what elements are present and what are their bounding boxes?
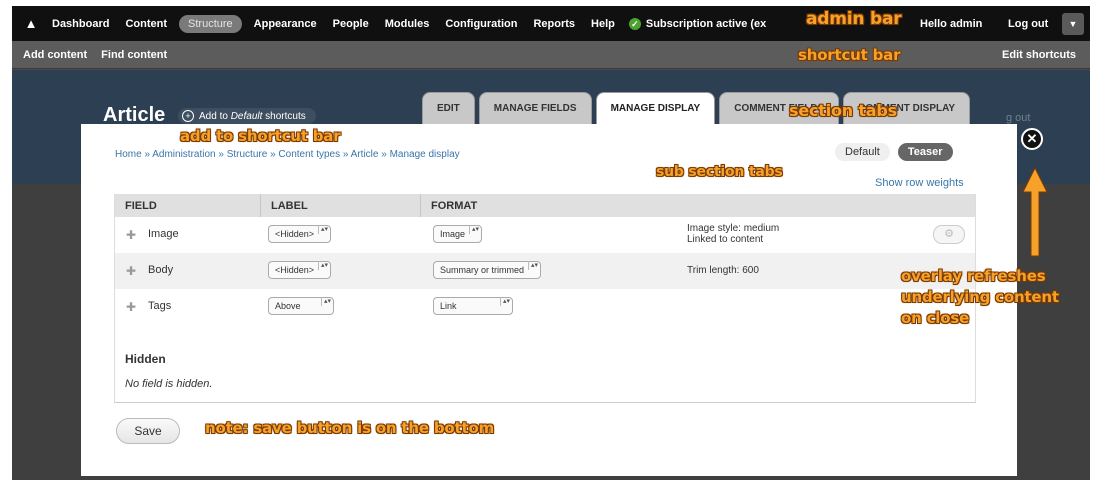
admin-item-people[interactable]: People bbox=[325, 18, 377, 30]
tab-edit[interactable]: EDIT bbox=[422, 92, 475, 124]
annotation-admin-bar: admin bar bbox=[806, 9, 902, 29]
drag-handle-icon[interactable]: ✚ bbox=[126, 228, 136, 242]
annotation-shortcut-bar: shortcut bar bbox=[798, 46, 901, 64]
label-select[interactable]: <Hidden> bbox=[268, 225, 332, 243]
admin-item-help[interactable]: Help bbox=[583, 18, 623, 30]
header-label: LABEL bbox=[271, 200, 308, 212]
table-border bbox=[114, 402, 976, 403]
admin-bar: ▲ Dashboard Content Structure Appearance… bbox=[12, 6, 1090, 41]
show-row-weights-link[interactable]: Show row weights bbox=[875, 177, 964, 189]
annotation-section-tabs: section tabs bbox=[789, 101, 897, 120]
admin-item-modules[interactable]: Modules bbox=[377, 18, 438, 30]
annotation-overlay-line-2: underlying content bbox=[901, 288, 1059, 306]
summary-line: Image style: medium bbox=[687, 223, 780, 234]
label-select[interactable]: <Hidden> bbox=[268, 261, 332, 279]
shortcut-bar: Add content Find content Edit shortcuts bbox=[12, 41, 1090, 69]
annotation-sub-section-tabs: sub section tabs bbox=[656, 164, 783, 180]
admin-item-structure[interactable]: Structure bbox=[179, 14, 242, 33]
format-summary: Trim length: 600 bbox=[687, 265, 759, 276]
annotation-add-shortcut: add to shortcut bar bbox=[180, 127, 341, 145]
plus-circle-icon: + bbox=[182, 110, 194, 122]
table-row: ✚ Body <Hidden> Summary or trimmed Trim … bbox=[114, 253, 976, 289]
table-header: FIELD LABEL FORMAT bbox=[114, 194, 976, 217]
check-circle-icon: ✓ bbox=[628, 17, 641, 30]
annotation-overlay-line-3: on close bbox=[901, 309, 970, 327]
field-name: Image bbox=[148, 228, 179, 240]
admin-item-reports[interactable]: Reports bbox=[525, 18, 583, 30]
format-select[interactable]: Image bbox=[433, 225, 483, 243]
sub-section-tabs: Default Teaser bbox=[835, 143, 953, 161]
logout-link[interactable]: Log out bbox=[1000, 18, 1056, 30]
close-icon[interactable]: ✕ bbox=[1021, 128, 1043, 150]
home-icon[interactable]: ▲ bbox=[18, 16, 44, 31]
add-shortcut-prefix: Add to bbox=[199, 110, 231, 122]
gear-icon[interactable]: ⚙ bbox=[933, 225, 965, 244]
header-format: FORMAT bbox=[431, 200, 478, 212]
format-select[interactable]: Summary or trimmed bbox=[433, 261, 542, 279]
table-border bbox=[114, 194, 115, 402]
arrow-up-icon bbox=[1022, 166, 1048, 257]
header-divider bbox=[420, 194, 421, 217]
screenshot-frame: ▲ Dashboard Content Structure Appearance… bbox=[12, 6, 1090, 480]
hidden-region-note: No field is hidden. bbox=[125, 378, 213, 390]
shortcut-find-content[interactable]: Find content bbox=[101, 49, 167, 61]
format-summary: Image style: medium Linked to content bbox=[687, 223, 779, 245]
field-name: Tags bbox=[148, 300, 172, 312]
subscription-status[interactable]: ✓ Subscription active (ex bbox=[623, 17, 772, 30]
field-name: Body bbox=[148, 264, 174, 276]
subscription-text: Subscription active (ex bbox=[645, 17, 767, 30]
subtab-default[interactable]: Default bbox=[835, 143, 890, 161]
table-row: ✚ Image <Hidden> Image Image style: medi… bbox=[114, 217, 976, 253]
hidden-region-label: Hidden bbox=[125, 352, 166, 366]
tab-manage-display[interactable]: MANAGE DISPLAY bbox=[595, 92, 716, 126]
edit-shortcuts-link[interactable]: Edit shortcuts bbox=[1002, 49, 1076, 61]
save-button[interactable]: Save bbox=[116, 418, 180, 444]
table-row: ✚ Tags Above Link bbox=[114, 289, 976, 325]
header-divider bbox=[260, 194, 261, 217]
add-shortcut-emph: Default bbox=[230, 110, 263, 122]
admin-item-appearance[interactable]: Appearance bbox=[246, 18, 325, 30]
drag-handle-icon[interactable]: ✚ bbox=[126, 300, 136, 314]
greeting[interactable]: Hello admin bbox=[912, 18, 990, 30]
label-select[interactable]: Above bbox=[268, 297, 334, 315]
annotation-overlay-line-1: overlay refreshes bbox=[901, 267, 1046, 285]
breadcrumb[interactable]: Home » Administration » Structure » Cont… bbox=[115, 149, 460, 160]
add-shortcut-suffix: shortcuts bbox=[262, 110, 306, 122]
format-select[interactable]: Link bbox=[433, 297, 513, 315]
add-shortcut-label: Add to Default shortcuts bbox=[199, 111, 306, 122]
annotation-save-note: note: save button is on the bottom bbox=[205, 419, 494, 437]
tab-manage-fields[interactable]: MANAGE FIELDS bbox=[478, 92, 592, 124]
add-shortcut-button[interactable]: + Add to Default shortcuts bbox=[178, 108, 316, 124]
drag-handle-icon[interactable]: ✚ bbox=[126, 264, 136, 278]
logout-ghost-text: g out bbox=[1006, 112, 1031, 124]
toggle-arrow-icon[interactable]: ▼ bbox=[1062, 13, 1084, 35]
subtab-teaser[interactable]: Teaser bbox=[897, 143, 953, 161]
shortcut-add-content[interactable]: Add content bbox=[23, 49, 87, 61]
admin-item-configuration[interactable]: Configuration bbox=[437, 18, 525, 30]
header-field: FIELD bbox=[125, 200, 157, 212]
admin-item-dashboard[interactable]: Dashboard bbox=[44, 18, 117, 30]
summary-line: Linked to content bbox=[687, 234, 764, 245]
admin-item-content[interactable]: Content bbox=[117, 18, 175, 30]
